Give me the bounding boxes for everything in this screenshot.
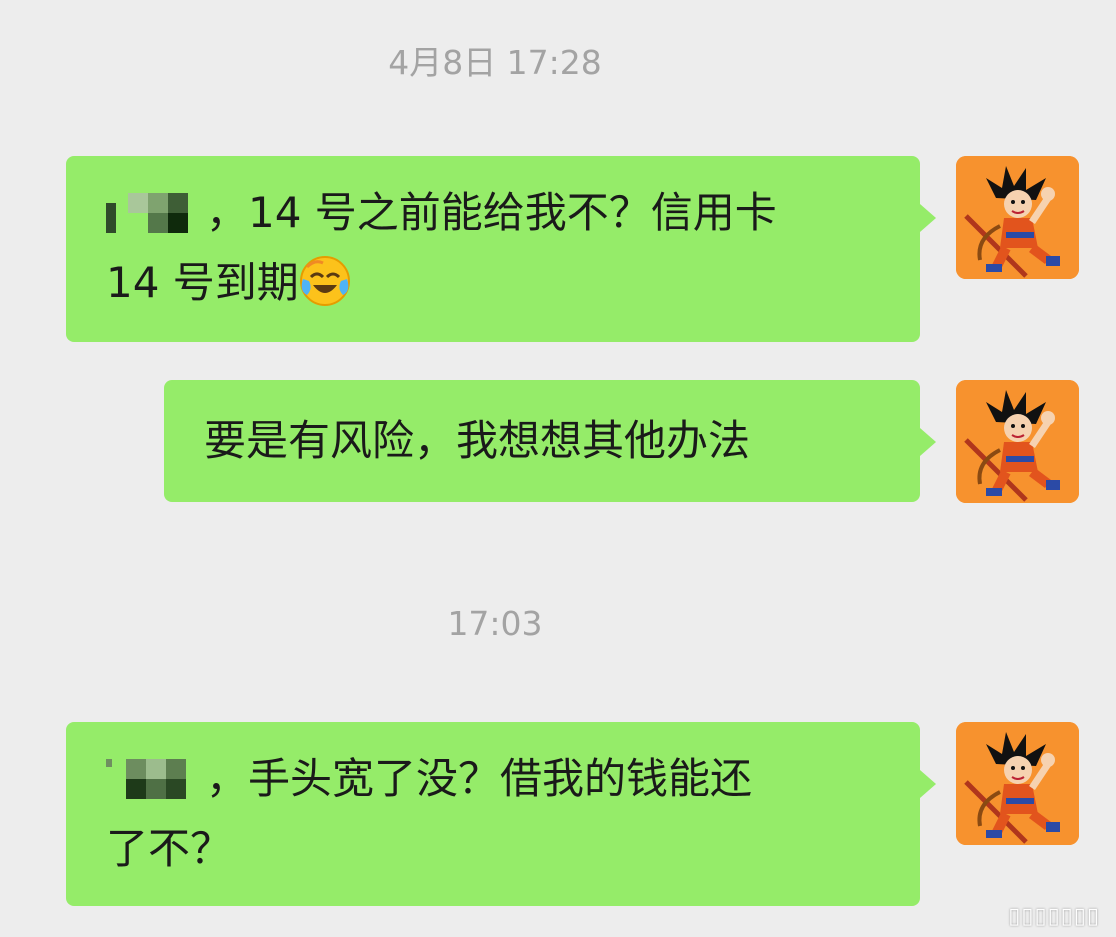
watermark: ▯▯▯▯▯▯▯	[1008, 904, 1100, 929]
avatar[interactable]	[956, 722, 1079, 845]
message-bubble[interactable]: ，手头宽了没？借我的钱能还 了不？	[66, 722, 936, 906]
cartoon-boy-avatar-icon	[956, 156, 1079, 279]
timestamp: 17:03	[447, 604, 543, 643]
timestamp: 4月8日 17:28	[388, 43, 602, 82]
message-bubble[interactable]: ，14 号之前能给我不？信用卡 14 号到期	[66, 156, 936, 342]
message-text: 14 号到期	[106, 258, 299, 307]
message-line: ，手头宽了没？借我的钱能还	[106, 744, 884, 814]
message-text: 要是有风险，我想想其他办法	[204, 416, 751, 465]
message-text: ，手头宽了没？借我的钱能还	[206, 754, 753, 803]
cartoon-boy-avatar-icon	[956, 722, 1079, 845]
pixelated-name-mosaic	[106, 759, 206, 799]
avatar[interactable]	[956, 380, 1079, 503]
bubble-tail	[920, 770, 936, 798]
bubble-tail	[920, 204, 936, 232]
message-line: 14 号到期	[106, 248, 884, 318]
message-bubble[interactable]: 要是有风险，我想想其他办法	[164, 380, 936, 502]
bubble-tail	[920, 428, 936, 456]
message-line: ，14 号之前能给我不？信用卡	[106, 178, 884, 248]
message-line: 了不？	[106, 814, 884, 884]
message-text: 了不？	[106, 824, 233, 873]
cartoon-boy-avatar-icon	[956, 380, 1079, 503]
avatar[interactable]	[956, 156, 1079, 279]
message-text: ，14 号之前能给我不？信用卡	[206, 188, 777, 237]
pixelated-name-mosaic	[106, 193, 206, 233]
face-with-tears-of-joy-icon	[299, 256, 350, 306]
